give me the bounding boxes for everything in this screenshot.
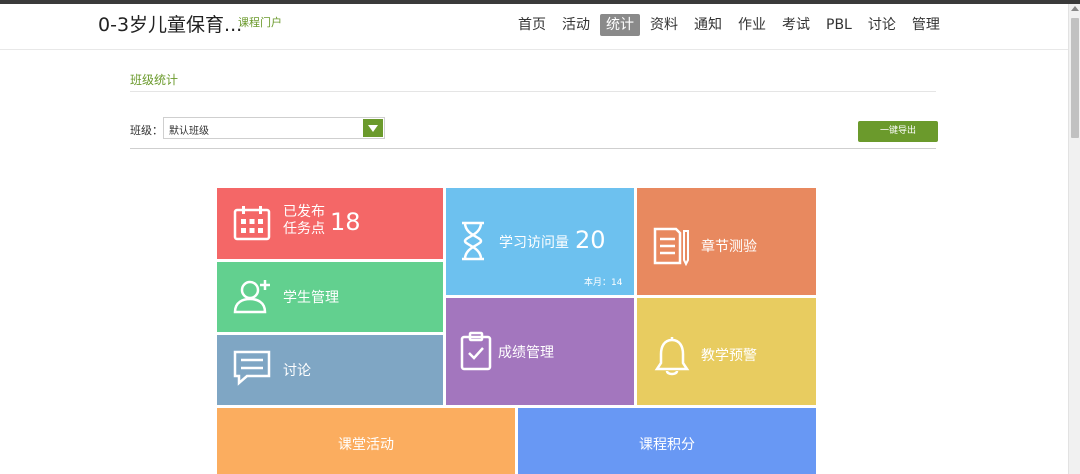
course-points-label: 课程积分 bbox=[639, 437, 695, 453]
grade-label: 成绩管理 bbox=[498, 345, 554, 361]
nav-homework[interactable]: 作业 bbox=[732, 14, 772, 36]
export-button[interactable]: 一键导出 bbox=[858, 121, 938, 142]
nav-discussion[interactable]: 讨论 bbox=[862, 14, 902, 36]
tile-teaching-warning[interactable]: 教学预警 bbox=[637, 298, 816, 405]
nav-statistics[interactable]: 统计 bbox=[600, 14, 640, 36]
tile-visits[interactable]: 学习访问量 20 本月：14 bbox=[446, 188, 634, 295]
chapter-label: 章节测验 bbox=[701, 239, 757, 255]
nav-materials[interactable]: 资料 bbox=[644, 14, 684, 36]
nav-notice[interactable]: 通知 bbox=[688, 14, 728, 36]
tile-grade-management[interactable]: 成绩管理 bbox=[446, 298, 634, 405]
clipboard-check-icon bbox=[460, 331, 492, 371]
tile-student-management[interactable]: 学生管理 bbox=[217, 262, 443, 332]
course-title[interactable]: 0-3岁儿童保育... bbox=[98, 10, 242, 37]
calendar-icon bbox=[233, 206, 271, 241]
main-nav: 首页 活动 统计 资料 通知 作业 考试 PBL 讨论 管理 bbox=[512, 14, 950, 36]
document-pen-icon bbox=[653, 227, 689, 266]
nav-pbl[interactable]: PBL bbox=[820, 14, 858, 36]
chevron-down-icon[interactable] bbox=[363, 119, 383, 137]
warn-label: 教学预警 bbox=[701, 348, 757, 364]
scroll-up-arrow-icon[interactable] bbox=[1071, 6, 1079, 11]
task-label-line1: 已发布 bbox=[283, 204, 325, 220]
course-portal-link[interactable]: 课程门户 bbox=[238, 14, 282, 30]
visit-count: 20 bbox=[575, 226, 606, 254]
discuss-label: 讨论 bbox=[283, 363, 311, 379]
class-select[interactable]: 默认班级 bbox=[163, 117, 385, 139]
class-activity-label: 课堂活动 bbox=[338, 437, 394, 453]
task-count: 18 bbox=[330, 208, 361, 236]
vertical-scrollbar[interactable] bbox=[1068, 4, 1080, 474]
chat-icon bbox=[233, 350, 271, 386]
nav-home[interactable]: 首页 bbox=[512, 14, 552, 36]
section-title: 班级统计 bbox=[130, 73, 179, 87]
class-select-value: 默认班级 bbox=[169, 126, 209, 137]
tile-class-activity[interactable]: 课堂活动 bbox=[217, 408, 515, 474]
tile-task-points[interactable]: 已发布 任务点 18 bbox=[217, 188, 443, 259]
visit-label: 学习访问量 bbox=[499, 235, 569, 251]
student-label: 学生管理 bbox=[283, 290, 339, 306]
bell-icon bbox=[654, 337, 690, 376]
visit-month: 本月：14 bbox=[584, 278, 623, 288]
task-label-line2: 任务点 bbox=[283, 221, 325, 237]
section-divider bbox=[130, 91, 936, 92]
tile-chapter-quiz[interactable]: 章节测验 bbox=[637, 188, 816, 295]
scroll-thumb[interactable] bbox=[1071, 18, 1079, 138]
add-user-icon bbox=[233, 280, 270, 314]
course-header: 0-3岁儿童保育... 课程门户 首页 活动 统计 资料 通知 作业 考试 PB… bbox=[0, 4, 1068, 50]
hourglass-icon bbox=[462, 221, 484, 261]
tile-course-points[interactable]: 课程积分 bbox=[518, 408, 816, 474]
tile-discussion[interactable]: 讨论 bbox=[217, 335, 443, 405]
nav-exam[interactable]: 考试 bbox=[776, 14, 816, 36]
filter-divider bbox=[130, 148, 936, 149]
class-label: 班级： bbox=[130, 124, 163, 137]
nav-manage[interactable]: 管理 bbox=[906, 14, 946, 36]
nav-activity[interactable]: 活动 bbox=[556, 14, 596, 36]
